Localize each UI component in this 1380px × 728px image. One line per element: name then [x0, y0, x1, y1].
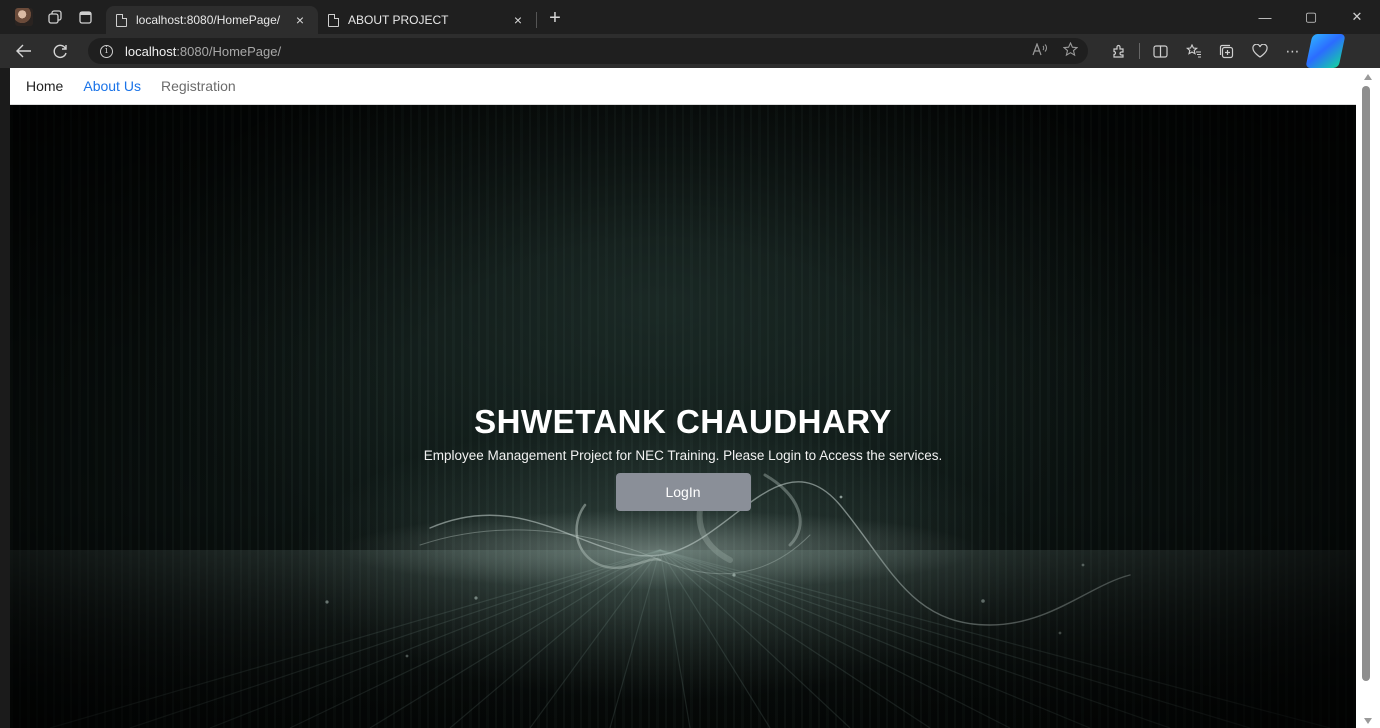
refresh-icon[interactable] [42, 34, 78, 68]
tab-title: ABOUT PROJECT [348, 13, 449, 27]
back-arrow-icon[interactable] [6, 34, 42, 68]
tab-actions-icon[interactable] [70, 0, 100, 34]
browser-toolbar: i localhost:8080/HomePage/ ⋯ [0, 34, 1380, 68]
nav-link-about-us[interactable]: About Us [75, 68, 149, 105]
more-options-icon[interactable]: ⋯ [1276, 34, 1309, 68]
toolbar-divider [1139, 43, 1140, 59]
hero-content: SHWETANK CHAUDHARY Employee Management P… [10, 402, 1356, 511]
hero-banner: SHWETANK CHAUDHARY Employee Management P… [10, 105, 1356, 728]
browser-essentials-icon[interactable] [1243, 34, 1276, 68]
page-scrollbar[interactable] [1356, 68, 1380, 728]
login-button[interactable]: LogIn [615, 473, 751, 511]
profile-avatar-icon[interactable] [0, 0, 40, 34]
split-screen-icon[interactable] [1144, 34, 1177, 68]
close-window-icon[interactable]: ✕ [1334, 0, 1380, 34]
browser-tab-strip: localhost:8080/HomePage/ × ABOUT PROJECT… [0, 0, 1380, 34]
url-host: localhost [125, 43, 177, 59]
read-aloud-icon[interactable] [1032, 42, 1047, 59]
nav-link-home[interactable]: Home [18, 68, 71, 105]
tab-about-project[interactable]: ABOUT PROJECT × [318, 6, 536, 34]
collections-icon[interactable] [1210, 34, 1243, 68]
minimize-icon[interactable]: — [1242, 0, 1288, 34]
page-viewport: Home About Us Registration SHWETANK CHAU… [10, 68, 1356, 728]
tab-close-icon[interactable]: × [292, 12, 308, 28]
hero-title: SHWETANK CHAUDHARY [474, 403, 892, 440]
tab-close-icon[interactable]: × [510, 12, 526, 28]
site-info-icon[interactable]: i [100, 44, 113, 58]
nav-link-registration[interactable]: Registration [153, 68, 244, 105]
scroll-up-arrow-icon[interactable] [1364, 74, 1372, 80]
window-controls: — ▢ ✕ [1242, 0, 1380, 34]
page-icon [328, 13, 339, 27]
favorites-icon[interactable] [1177, 34, 1210, 68]
url-path: :8080/HomePage/ [176, 43, 282, 59]
address-bar[interactable]: i localhost:8080/HomePage/ [88, 38, 1088, 64]
copilot-icon[interactable] [1305, 34, 1346, 68]
extensions-icon[interactable] [1102, 34, 1135, 68]
page-icon [116, 13, 127, 27]
scroll-down-arrow-icon[interactable] [1364, 718, 1372, 724]
scrollbar-thumb[interactable] [1362, 86, 1370, 681]
tab-separator [536, 12, 537, 28]
new-tab-icon[interactable]: + [543, 7, 567, 30]
maximize-icon[interactable]: ▢ [1288, 0, 1334, 34]
hero-subtitle: Employee Management Project for NEC Trai… [423, 448, 943, 463]
favorite-star-icon[interactable] [1062, 41, 1079, 60]
tab-homepage[interactable]: localhost:8080/HomePage/ × [106, 6, 318, 34]
workspaces-icon[interactable] [40, 0, 70, 34]
site-navbar: Home About Us Registration [10, 68, 1356, 105]
tab-title: localhost:8080/HomePage/ [136, 13, 281, 27]
